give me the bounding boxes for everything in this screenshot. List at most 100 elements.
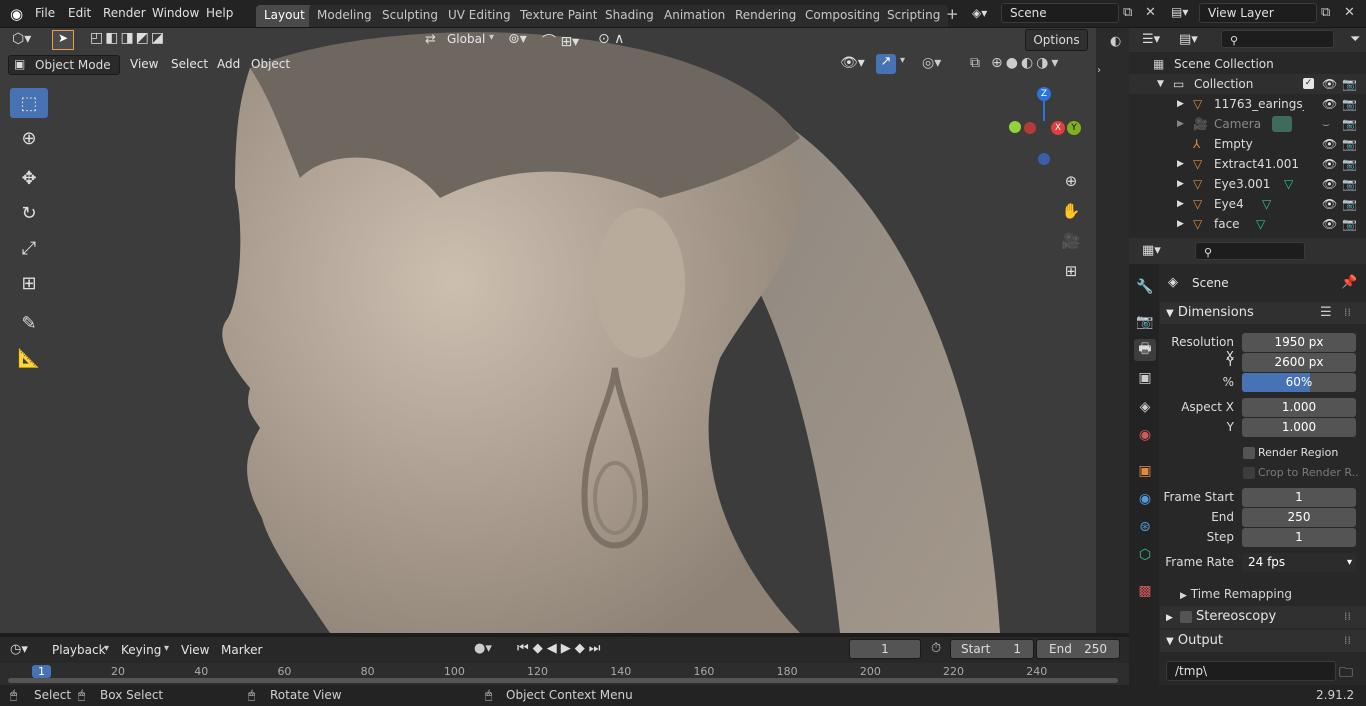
tab-texture-paint[interactable]: Texture Paint xyxy=(512,5,606,27)
snap-icon[interactable]: ⌒ ⊞▾ xyxy=(542,31,579,51)
properties-search[interactable]: ⚲ xyxy=(1195,242,1305,260)
properties-editor-icon[interactable]: ▦▾ xyxy=(1142,243,1161,258)
overlays-icon[interactable]: ◎▾ xyxy=(922,55,941,71)
transform-tool-icon[interactable]: ⊞ xyxy=(10,268,48,298)
gizmo-x-axis[interactable]: X xyxy=(1051,121,1065,135)
remove-view-layer-icon[interactable]: ✕ xyxy=(1344,5,1355,20)
playback-controls-icons[interactable]: ⏮◆◀▶◆⏭ xyxy=(517,641,604,656)
stereoscopy-checkbox[interactable] xyxy=(1180,611,1192,623)
outliner-row-eye3[interactable]: ▶ ▽ Eye3.001 ▽ 👁 📷 xyxy=(1129,174,1366,194)
scene-tab-icon[interactable]: ◈ xyxy=(1134,396,1156,418)
pan-hand-icon[interactable]: ✋ xyxy=(1060,202,1082,224)
remove-scene-icon[interactable]: ✕ xyxy=(1145,5,1156,20)
dimensions-panel-header[interactable]: ▼ Dimensions ☰ ⁞⁞ xyxy=(1160,302,1366,324)
proportional-edit-icon[interactable]: ⊙ ∧ xyxy=(598,31,624,47)
orientation-icon[interactable]: ⇄ xyxy=(425,32,436,47)
frame-step-field[interactable]: 1 xyxy=(1242,528,1356,547)
outliner-row-scene-collection[interactable]: ▦ Scene Collection xyxy=(1129,54,1366,74)
outliner-row-camera[interactable]: ▶ 🎥 Camera ⌣ 📷 xyxy=(1129,114,1366,134)
navigation-gizmo[interactable]: Z X Y xyxy=(1005,85,1085,165)
frame-start-field[interactable]: 1 xyxy=(1242,488,1356,507)
outliner-row-extract[interactable]: ▶ ▽ Extract41.001 👁 📷 xyxy=(1129,154,1366,174)
move-tool-icon[interactable]: ✥ xyxy=(10,163,48,193)
options-dropdown[interactable]: Options xyxy=(1025,29,1088,51)
resolution-y-field[interactable]: 2600 px xyxy=(1242,353,1356,372)
camera-view-icon[interactable]: 🎥 xyxy=(1060,232,1082,254)
world-tab-icon[interactable]: ◉ xyxy=(1134,424,1156,446)
physics-tab-icon[interactable]: ◉ xyxy=(1134,488,1156,510)
menu-edit[interactable]: Edit xyxy=(68,6,91,20)
gizmo-neg-z[interactable] xyxy=(1038,153,1050,165)
render-tab-icon[interactable]: 📷 xyxy=(1134,311,1156,333)
viewport-menu-select[interactable]: Select xyxy=(171,57,208,71)
timeline-menu-view[interactable]: View xyxy=(181,643,209,657)
view-layer-tab-icon[interactable]: ▣ xyxy=(1134,367,1156,389)
sidebar-toggle-icon[interactable]: ◐ xyxy=(1110,34,1121,49)
tab-scripting[interactable]: Scripting xyxy=(879,5,949,27)
cursor-tool-icon[interactable]: ⊕ xyxy=(10,123,48,153)
stereoscopy-panel-header[interactable]: ▶ Stereoscopy ⁞⁞ xyxy=(1160,606,1366,628)
tab-sculpting[interactable]: Sculpting xyxy=(374,5,447,27)
visibility-eye-icon[interactable]: 👁 xyxy=(1322,154,1337,174)
render-camera-icon[interactable]: 📷 xyxy=(1342,74,1357,94)
current-frame-field[interactable]: 1 xyxy=(849,639,921,659)
outliner-row-face[interactable]: ▶ ▽ face ▽ 👁 📷 xyxy=(1129,214,1366,234)
texture-tab-icon[interactable]: ▩ xyxy=(1134,580,1156,602)
expand-arrow-icon[interactable]: ▶ xyxy=(1177,94,1184,114)
tab-modeling[interactable]: Modeling xyxy=(309,5,380,27)
resolution-x-field[interactable]: 1950 px xyxy=(1242,333,1356,352)
camera-data-icon[interactable] xyxy=(1272,116,1292,132)
visibility-eye-icon[interactable]: 👁 xyxy=(1322,194,1337,214)
visibility-eye-icon[interactable]: 👁 xyxy=(1322,174,1337,194)
menu-help[interactable]: Help xyxy=(206,6,233,20)
outliner-editor-icon[interactable]: ☰▾ xyxy=(1142,32,1160,47)
outliner-row-earings[interactable]: ▶ ▽ 11763_earings_v 👁 📷 xyxy=(1129,94,1366,114)
end-frame-field[interactable]: End 250 xyxy=(1036,639,1120,659)
xray-icon[interactable]: ⧉ xyxy=(970,55,980,71)
output-tab-icon[interactable]: 🖶 xyxy=(1134,339,1156,361)
3d-viewport[interactable] xyxy=(0,28,1096,633)
zoom-icon[interactable]: ⊕ xyxy=(1060,172,1082,194)
frame-end-field[interactable]: 250 xyxy=(1242,508,1356,527)
visibility-eye-icon[interactable]: 👁 xyxy=(1322,134,1337,154)
object-tab-icon[interactable]: ▣ xyxy=(1134,460,1156,482)
mesh-data-icon[interactable]: ▽ xyxy=(1262,194,1271,214)
tab-uv-editing[interactable]: UV Editing xyxy=(440,5,519,27)
menu-file[interactable]: File xyxy=(35,6,55,20)
tool-tab-icon[interactable]: 🔧 xyxy=(1134,276,1156,298)
hidden-eye-icon[interactable]: ⌣ xyxy=(1322,114,1330,134)
record-icon[interactable]: ●▾ xyxy=(474,641,492,656)
resolution-percent-slider[interactable]: 60% xyxy=(1242,373,1356,392)
crop-checkbox[interactable] xyxy=(1243,467,1255,479)
tab-shading[interactable]: Shading xyxy=(597,5,662,27)
measure-tool-icon[interactable]: 📐 xyxy=(10,343,48,373)
tab-rendering[interactable]: Rendering xyxy=(727,5,805,27)
timeline-editor-icon[interactable]: ◷▾ xyxy=(10,642,28,657)
aspect-x-field[interactable]: 1.000 xyxy=(1242,398,1356,417)
mesh-data-icon[interactable]: ▽ xyxy=(1284,174,1293,194)
expand-arrow-icon[interactable]: ▶ xyxy=(1177,154,1184,174)
scene-name-field[interactable]: Scene xyxy=(1001,3,1119,23)
display-mode-icon[interactable]: ▤▾ xyxy=(1179,32,1198,47)
scale-tool-icon[interactable]: ⤢ xyxy=(10,233,48,263)
outliner-row-eye4[interactable]: ▶ ▽ Eye4 ▽ 👁 📷 xyxy=(1129,194,1366,214)
editor-type-icon[interactable]: ⬡▾ xyxy=(12,31,31,47)
drag-handle-icon[interactable]: ⁞⁞ xyxy=(1344,606,1351,628)
render-camera-icon[interactable]: 📷 xyxy=(1342,154,1357,174)
presets-icon[interactable]: ☰ xyxy=(1320,302,1332,324)
viewport-menu-view[interactable]: View xyxy=(130,57,158,71)
menu-window[interactable]: Window xyxy=(152,6,199,20)
render-camera-icon[interactable]: 📷 xyxy=(1342,194,1357,214)
preview-range-icon[interactable]: ⏱ xyxy=(931,641,941,656)
selection-mode-icons[interactable]: ◰◧◨◩◪ xyxy=(90,30,166,46)
expand-arrow-icon[interactable]: ▶ xyxy=(1177,214,1184,234)
expand-arrow-icon[interactable]: ▶ xyxy=(1177,114,1184,134)
filter-icon[interactable]: ⏷ xyxy=(1350,32,1360,47)
drag-handle-icon[interactable]: ⁞⁞ xyxy=(1344,630,1351,652)
folder-icon[interactable]: 🗀 xyxy=(1339,662,1353,686)
outliner-row-empty[interactable]: ⅄ Empty 👁 📷 xyxy=(1129,134,1366,154)
timeline-ruler[interactable]: 1 20 40 60 80 100 120 140 160 180 200 220 240 xyxy=(0,663,1129,685)
frame-rate-dropdown[interactable]: 24 fps ▾ xyxy=(1242,553,1356,572)
start-frame-field[interactable]: Start 1 xyxy=(950,639,1034,659)
viewport-menu-add[interactable]: Add xyxy=(217,57,240,71)
